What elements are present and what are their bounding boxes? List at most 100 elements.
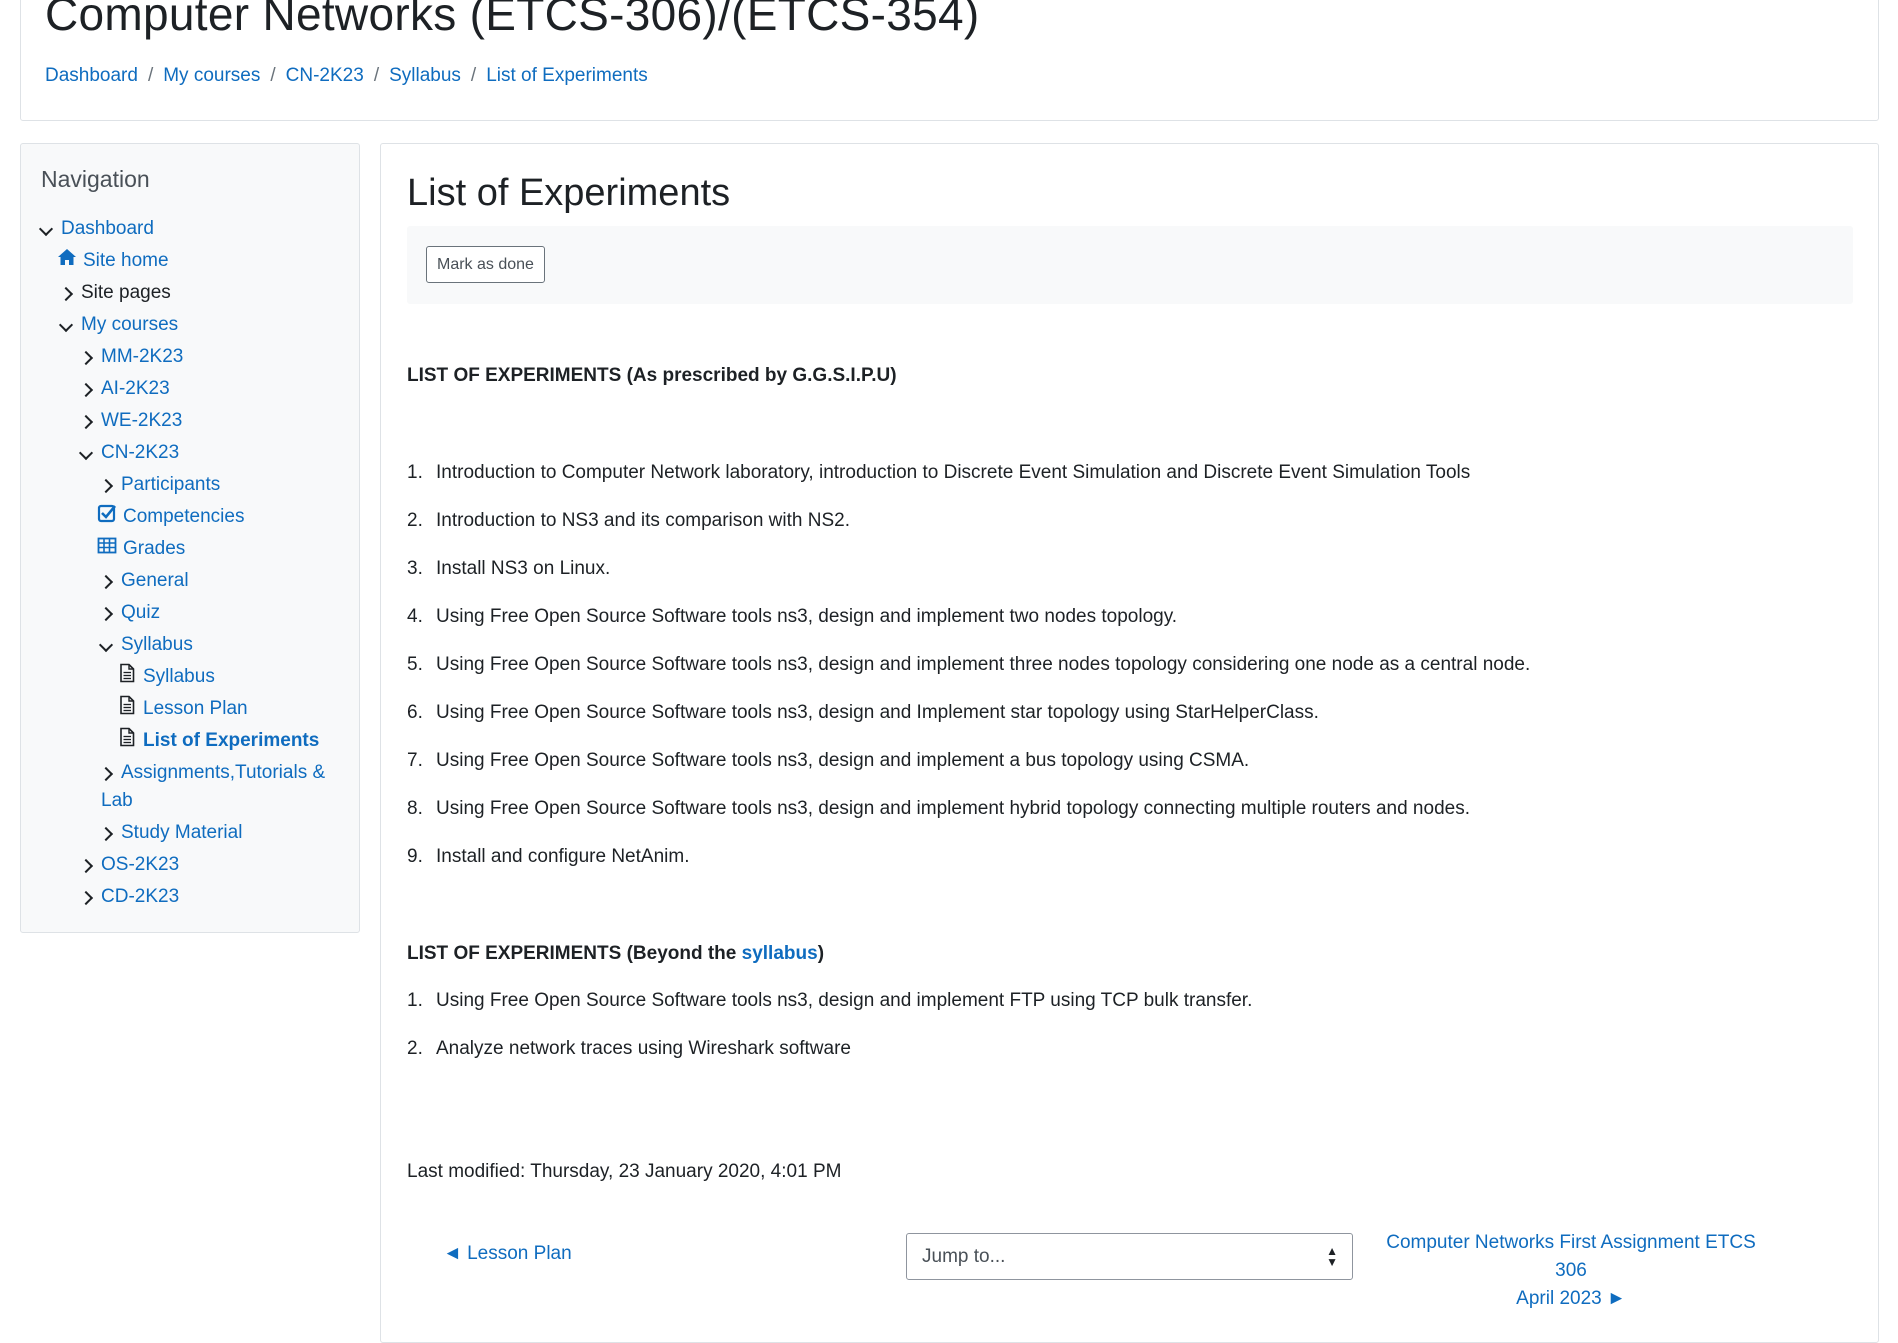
section-heading-prescribed: LIST OF EXPERIMENTS (As prescribed by G.… bbox=[407, 365, 897, 386]
nav-item-competencies[interactable]: Competencies bbox=[97, 503, 244, 531]
chevron-right-icon[interactable] bbox=[78, 343, 101, 372]
nav-item-label[interactable]: Assignments,Tutorials & bbox=[121, 759, 325, 787]
breadcrumb-separator: / bbox=[373, 65, 380, 86]
nav-item-general[interactable]: General bbox=[98, 567, 189, 596]
chevron-right-icon[interactable] bbox=[98, 599, 121, 628]
mark-as-done-button[interactable]: Mark as done bbox=[426, 246, 545, 283]
activity-completion-bar: Mark as done bbox=[407, 226, 1853, 304]
nav-item-label[interactable]: Site home bbox=[83, 247, 169, 275]
nav-item-mm-2k23[interactable]: MM-2K23 bbox=[78, 343, 183, 372]
nav-item-label[interactable]: Lab bbox=[101, 787, 133, 815]
section-heading-beyond: LIST OF EXPERIMENTS (Beyond the syllabus… bbox=[407, 943, 825, 964]
nav-item-label[interactable]: OS-2K23 bbox=[101, 851, 179, 879]
nav-item-cd-2k23[interactable]: CD-2K23 bbox=[78, 883, 179, 912]
nav-item-label[interactable]: General bbox=[121, 567, 189, 595]
breadcrumb: Dashboard / My courses / CN-2K23 / Sylla… bbox=[45, 65, 648, 87]
chevron-down-icon[interactable] bbox=[78, 439, 101, 467]
arrow-right-icon: ► bbox=[1601, 1288, 1626, 1309]
nav-item-quiz[interactable]: Quiz bbox=[98, 599, 160, 628]
nav-item-label[interactable]: Site pages bbox=[81, 279, 171, 307]
document-icon bbox=[117, 695, 139, 717]
list-item: 2. Analyze network traces using Wireshark… bbox=[407, 1038, 851, 1059]
nav-item-label[interactable]: My courses bbox=[81, 311, 178, 339]
chevron-right-icon[interactable] bbox=[78, 407, 101, 436]
table-icon bbox=[97, 535, 119, 557]
nav-item-label[interactable]: CN-2K23 bbox=[101, 439, 179, 467]
nav-item-list-of-experiments[interactable]: List of Experiments bbox=[117, 727, 319, 755]
nav-item-label[interactable]: Lesson Plan bbox=[143, 695, 248, 723]
breadcrumb-syllabus[interactable]: Syllabus bbox=[389, 65, 461, 87]
navigation-block: Navigation Dashboard Site home Site page… bbox=[20, 143, 360, 933]
nav-item-cn-2k23[interactable]: CN-2K23 bbox=[78, 439, 179, 467]
chevron-right-icon[interactable] bbox=[98, 567, 121, 596]
previous-activity-link[interactable]: ◄ Lesson Plan bbox=[443, 1243, 572, 1265]
list-item: 9. Install and configure NetAnim. bbox=[407, 846, 690, 867]
list-item: 4. Using Free Open Source Software tools … bbox=[407, 606, 1178, 627]
nav-item-study-material[interactable]: Study Material bbox=[98, 819, 242, 848]
breadcrumb-my-courses[interactable]: My courses bbox=[163, 65, 260, 87]
chevron-right-icon[interactable] bbox=[98, 471, 121, 500]
nav-item-lesson-plan[interactable]: Lesson Plan bbox=[117, 695, 248, 723]
nav-item-grades[interactable]: Grades bbox=[97, 535, 185, 563]
nav-item-assignments[interactable]: Assignments,Tutorials & bbox=[98, 759, 325, 788]
chevron-right-icon[interactable] bbox=[78, 883, 101, 912]
nav-item-ai-2k23[interactable]: AI-2K23 bbox=[78, 375, 170, 404]
chevron-right-icon[interactable] bbox=[78, 375, 101, 404]
document-icon bbox=[117, 727, 139, 749]
nav-item-syllabus-page[interactable]: Syllabus bbox=[117, 663, 215, 691]
select-arrows-icon: ▲ ▼ bbox=[1326, 1244, 1338, 1269]
nav-item-syllabus-section[interactable]: Syllabus bbox=[98, 631, 193, 659]
chevron-right-icon[interactable] bbox=[78, 851, 101, 880]
nav-item-we-2k23[interactable]: WE-2K23 bbox=[78, 407, 182, 436]
nav-item-my-courses[interactable]: My courses bbox=[58, 311, 178, 339]
chevron-right-icon[interactable] bbox=[98, 819, 121, 848]
list-item: 8. Using Free Open Source Software tools … bbox=[407, 798, 1470, 819]
breadcrumb-dashboard[interactable]: Dashboard bbox=[45, 65, 138, 87]
nav-item-os-2k23[interactable]: OS-2K23 bbox=[78, 851, 179, 880]
breadcrumb-separator: / bbox=[270, 65, 276, 86]
breadcrumb-separator: / bbox=[470, 65, 477, 86]
nav-item-label[interactable]: Grades bbox=[123, 535, 185, 563]
nav-item-site-home[interactable]: Site home bbox=[57, 247, 169, 275]
home-icon bbox=[57, 247, 79, 269]
nav-item-label[interactable]: Syllabus bbox=[143, 663, 215, 691]
breadcrumb-separator: / bbox=[147, 65, 154, 86]
next-activity-link[interactable]: Computer Networks First Assignment ETCS … bbox=[1386, 1229, 1756, 1313]
experiment-list-beyond: 1. Using Free Open Source Software tools … bbox=[407, 990, 1252, 1086]
nav-item-label[interactable]: Competencies bbox=[123, 503, 244, 531]
nav-item-label[interactable]: Participants bbox=[121, 471, 220, 499]
page-title: Computer Networks (ETCS-306)/(ETCS-354) bbox=[45, 0, 980, 40]
breadcrumb-list-of-experiments[interactable]: List of Experiments bbox=[486, 65, 648, 87]
list-item: 1. Introduction to Computer Network labor… bbox=[407, 462, 1471, 483]
list-item: 5. Using Free Open Source Software tools … bbox=[407, 654, 1531, 675]
chevron-down-icon[interactable] bbox=[38, 215, 61, 243]
nav-item-label[interactable]: AI-2K23 bbox=[101, 375, 170, 403]
nav-item-label[interactable]: WE-2K23 bbox=[101, 407, 182, 435]
chevron-down-icon[interactable] bbox=[58, 311, 81, 339]
main-region: List of Experiments Mark as done LIST OF… bbox=[380, 143, 1879, 1343]
list-item: 1. Using Free Open Source Software tools … bbox=[407, 990, 1253, 1011]
nav-item-label[interactable]: Dashboard bbox=[61, 215, 154, 243]
checkbox-checked-icon bbox=[97, 503, 119, 525]
page-header: Computer Networks (ETCS-306)/(ETCS-354) … bbox=[20, 0, 1879, 121]
nav-item-label[interactable]: List of Experiments bbox=[143, 727, 319, 755]
nav-item-participants[interactable]: Participants bbox=[98, 471, 220, 500]
nav-item-dashboard[interactable]: Dashboard bbox=[38, 215, 154, 243]
document-icon bbox=[117, 663, 139, 685]
list-item: 3. Install NS3 on Linux. bbox=[407, 558, 611, 579]
nav-item-site-pages[interactable]: Site pages bbox=[58, 279, 171, 308]
nav-item-label[interactable]: Study Material bbox=[121, 819, 242, 847]
nav-item-label[interactable]: CD-2K23 bbox=[101, 883, 179, 911]
chevron-right-icon[interactable] bbox=[58, 279, 81, 308]
nav-item-assignments-line2[interactable]: Lab bbox=[101, 787, 133, 815]
experiment-list-prescribed: 1. Introduction to Computer Network labor… bbox=[407, 462, 1530, 894]
jump-to-select[interactable]: Jump to... ▲ ▼ bbox=[906, 1233, 1353, 1280]
nav-item-label[interactable]: Syllabus bbox=[121, 631, 193, 659]
syllabus-link[interactable]: syllabus bbox=[742, 943, 818, 964]
list-item: 6. Using Free Open Source Software tools … bbox=[407, 702, 1319, 723]
nav-item-label[interactable]: Quiz bbox=[121, 599, 160, 627]
chevron-down-icon[interactable] bbox=[98, 631, 121, 659]
breadcrumb-cn-2k23[interactable]: CN-2K23 bbox=[286, 65, 364, 87]
chevron-right-icon[interactable] bbox=[98, 759, 121, 788]
nav-item-label[interactable]: MM-2K23 bbox=[101, 343, 183, 371]
